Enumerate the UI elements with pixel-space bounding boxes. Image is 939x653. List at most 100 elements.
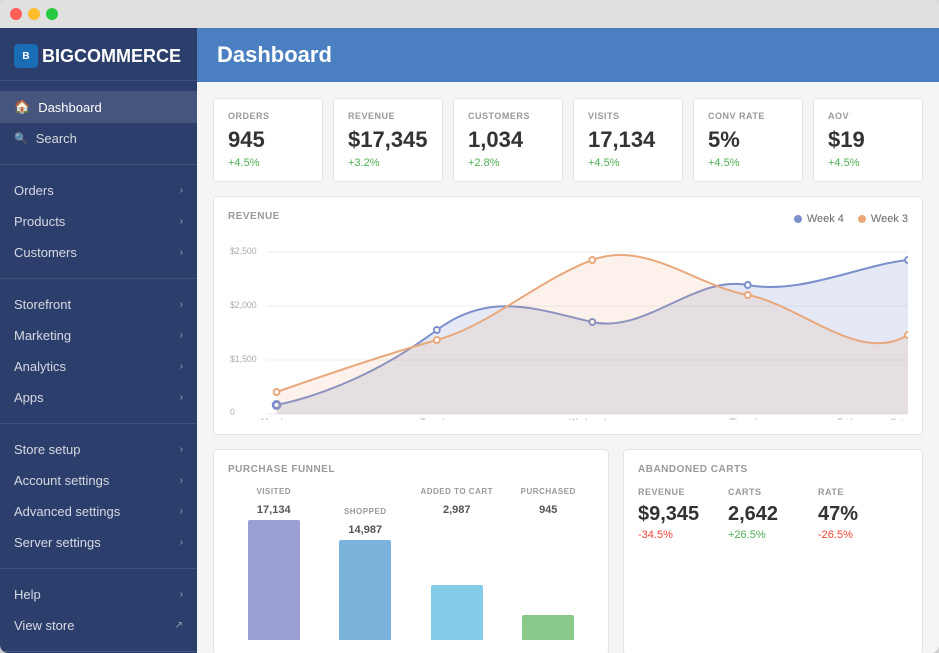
chevron-right-icon: › bbox=[180, 506, 183, 517]
stat-card-customers: CUSTOMERS 1,034 +2.8% bbox=[453, 98, 563, 182]
funnel-col-visited: VISITED 17,134 bbox=[228, 487, 320, 640]
sidebar-label-storefront: Storefront bbox=[14, 297, 71, 312]
chevron-right-icon: › bbox=[180, 589, 183, 600]
abandoned-change-carts: +26.5% bbox=[728, 529, 818, 541]
abandoned-label-rate: RATE bbox=[818, 487, 908, 497]
abandoned-columns: REVENUE $9,345 -34.5% CARTS 2,642 +26.5%… bbox=[638, 487, 908, 541]
sidebar-item-marketing[interactable]: Marketing › bbox=[0, 320, 197, 351]
sidebar-item-customers[interactable]: Customers › bbox=[0, 237, 197, 268]
sidebar-item-account-settings[interactable]: Account settings › bbox=[0, 465, 197, 496]
page-header: Dashboard bbox=[197, 28, 939, 82]
logo-icon: B bbox=[14, 44, 38, 68]
sidebar-item-products[interactable]: Products › bbox=[0, 206, 197, 237]
sidebar-item-help[interactable]: Help › bbox=[0, 579, 197, 610]
abandoned-change-rate: -26.5% bbox=[818, 529, 908, 541]
sidebar-label-account-settings: Account settings bbox=[14, 473, 109, 488]
sidebar-label-view-store: View store bbox=[14, 618, 74, 633]
stat-value-customers: 1,034 bbox=[468, 127, 548, 153]
legend-dot-week3 bbox=[858, 215, 866, 223]
sidebar-label-apps: Apps bbox=[14, 390, 44, 405]
funnel-bar-purchased bbox=[522, 615, 574, 640]
svg-text:$1,500: $1,500 bbox=[230, 354, 257, 364]
stat-change-aov: +4.5% bbox=[828, 157, 908, 169]
sidebar-label-server-settings: Server settings bbox=[14, 535, 101, 550]
sidebar-label-help: Help bbox=[14, 587, 41, 602]
sidebar-item-analytics[interactable]: Analytics › bbox=[0, 351, 197, 382]
svg-text:$2,500: $2,500 bbox=[230, 246, 257, 256]
chevron-right-icon: › bbox=[180, 216, 183, 227]
close-button[interactable] bbox=[10, 8, 22, 20]
sidebar-item-apps[interactable]: Apps › bbox=[0, 382, 197, 413]
funnel-bar-shopped bbox=[339, 540, 391, 640]
svg-text:Wednesday: Wednesday bbox=[569, 417, 616, 420]
sidebar-item-orders[interactable]: Orders › bbox=[0, 175, 197, 206]
chevron-right-icon: › bbox=[180, 444, 183, 455]
sidebar-item-server-settings[interactable]: Server settings › bbox=[0, 527, 197, 558]
abandoned-value-carts: 2,642 bbox=[728, 503, 818, 526]
sidebar-item-view-store[interactable]: View store ↗ bbox=[0, 610, 197, 641]
funnel-value-visited: 17,134 bbox=[257, 504, 291, 516]
stat-card-revenue: REVENUE $17,345 +3.2% bbox=[333, 98, 443, 182]
sidebar-label-marketing: Marketing bbox=[14, 328, 71, 343]
stat-label-aov: AOV bbox=[828, 111, 908, 121]
abandoned-label-revenue: REVENUE bbox=[638, 487, 728, 497]
abandoned-value-revenue: $9,345 bbox=[638, 503, 728, 526]
sidebar: B BIGCOMMERCE 🏠 Dashboard 🔍 Search bbox=[0, 28, 197, 653]
funnel-label-added: ADDED TO CART bbox=[420, 487, 493, 496]
sidebar-label-search: Search bbox=[36, 131, 77, 146]
sidebar-label-products: Products bbox=[14, 214, 65, 229]
funnel-value-purchased: 945 bbox=[539, 504, 557, 516]
main-area: Dashboard ORDERS 945 +4.5% REVENUE $17,3… bbox=[197, 28, 939, 653]
svg-text:0: 0 bbox=[230, 407, 235, 417]
sidebar-item-dashboard[interactable]: 🏠 Dashboard bbox=[0, 91, 197, 123]
abandoned-col-carts: CARTS 2,642 +26.5% bbox=[728, 487, 818, 541]
sidebar-item-advanced-settings[interactable]: Advanced settings › bbox=[0, 496, 197, 527]
funnel-value-shopped: 14,987 bbox=[348, 524, 382, 536]
maximize-button[interactable] bbox=[46, 8, 58, 20]
page-title: Dashboard bbox=[217, 42, 919, 68]
stat-change-orders: +4.5% bbox=[228, 157, 308, 169]
funnel-bar-added bbox=[431, 585, 483, 640]
revenue-chart-container: $2,500 $2,000 $1,500 0 bbox=[228, 240, 908, 420]
minimize-button[interactable] bbox=[28, 8, 40, 20]
funnel-label-visited: VISITED bbox=[256, 487, 291, 496]
nav-secondary: Storefront › Marketing › Analytics › App… bbox=[0, 279, 197, 424]
svg-text:Saturday: Saturday bbox=[891, 417, 908, 420]
funnel-label-shopped: SHOPPED bbox=[344, 507, 387, 516]
chevron-right-icon: › bbox=[180, 330, 183, 341]
stat-change-conv-rate: +4.5% bbox=[708, 157, 788, 169]
stat-card-visits: VISITS 17,134 +4.5% bbox=[573, 98, 683, 182]
sidebar-label-orders: Orders bbox=[14, 183, 54, 198]
nav-tertiary: Store setup › Account settings › Advance… bbox=[0, 424, 197, 569]
app-window: B BIGCOMMERCE 🏠 Dashboard 🔍 Search bbox=[0, 0, 939, 653]
sidebar-item-storefront[interactable]: Storefront › bbox=[0, 289, 197, 320]
chevron-right-icon: › bbox=[180, 185, 183, 196]
sidebar-label-advanced-settings: Advanced settings bbox=[14, 504, 120, 519]
stat-value-aov: $19 bbox=[828, 127, 908, 153]
funnel-bar-visited bbox=[248, 520, 300, 640]
abandoned-title: ABANDONED CARTS bbox=[638, 464, 908, 475]
stat-value-revenue: $17,345 bbox=[348, 127, 428, 153]
search-icon: 🔍 bbox=[14, 132, 28, 145]
sidebar-item-store-setup[interactable]: Store setup › bbox=[0, 434, 197, 465]
sidebar-label-customers: Customers bbox=[14, 245, 77, 260]
purchase-funnel-card: PURCHASE FUNNEL VISITED 17,134 SHOPPED 1… bbox=[213, 449, 609, 653]
sidebar-item-search[interactable]: 🔍 Search bbox=[0, 123, 197, 154]
bottom-row: PURCHASE FUNNEL VISITED 17,134 SHOPPED 1… bbox=[213, 449, 923, 653]
legend-week4: Week 4 bbox=[794, 213, 844, 225]
stat-card-conv-rate: CONV RATE 5% +4.5% bbox=[693, 98, 803, 182]
stat-value-visits: 17,134 bbox=[588, 127, 668, 153]
funnel-label-purchased: PURCHASED bbox=[521, 487, 576, 496]
abandoned-carts-card: ABANDONED CARTS REVENUE $9,345 -34.5% CA… bbox=[623, 449, 923, 653]
title-bar bbox=[0, 0, 939, 28]
stat-value-conv-rate: 5% bbox=[708, 127, 788, 153]
revenue-chart-title: REVENUE bbox=[228, 211, 280, 222]
chevron-right-icon: › bbox=[180, 392, 183, 403]
stat-change-customers: +2.8% bbox=[468, 157, 548, 169]
nav-main: Orders › Products › Customers › bbox=[0, 165, 197, 279]
chart-legend: Week 4 Week 3 bbox=[794, 213, 908, 225]
logo-text: BIGCOMMERCE bbox=[42, 46, 181, 67]
legend-dot-week4 bbox=[794, 215, 802, 223]
chevron-right-icon: › bbox=[180, 247, 183, 258]
nav-top: 🏠 Dashboard 🔍 Search bbox=[0, 81, 197, 165]
